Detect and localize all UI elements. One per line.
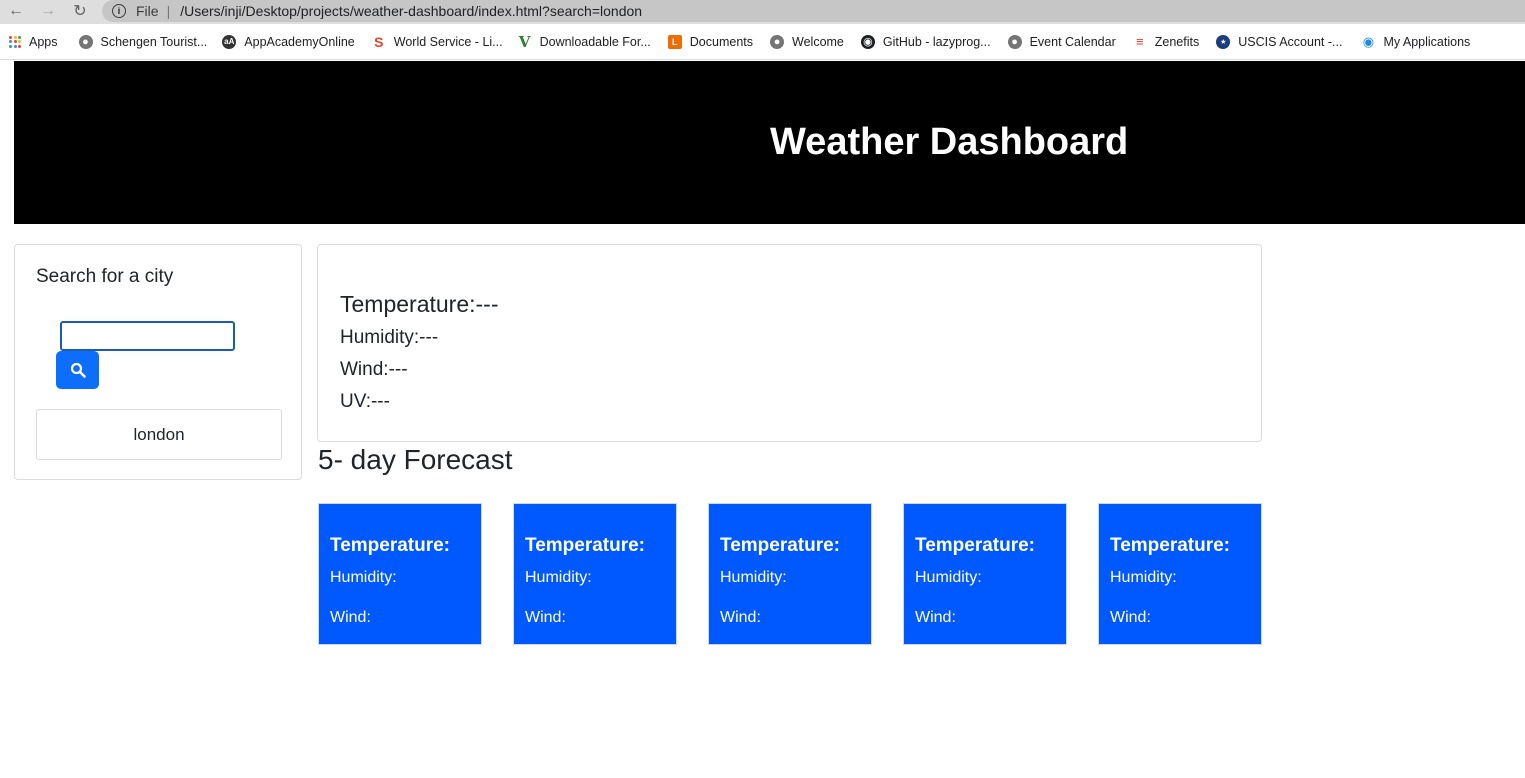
forecast-temperature: Temperature: [915,535,1036,556]
forecast-temperature: Temperature: [525,535,646,556]
search-panel: Search for a city london [14,244,302,480]
forecast-humidity: Humidity: [525,569,592,586]
forecast-heading: 5- day Forecast [318,444,513,475]
page-header: Weather Dashboard [14,61,1525,224]
forecast-card: Temperature: Humidity: Wind: [318,503,482,645]
v-logo-icon: V [518,32,531,51]
forward-arrow-icon[interactable]: → [36,0,60,22]
url-separator: | [166,3,171,19]
bookmark-my-applications[interactable]: ◉ My Applications [1361,33,1471,49]
globe-icon: ● [78,34,93,49]
current-wind: Wind:--- [340,359,408,380]
search-heading: Search for a city [36,266,174,287]
bookmark-label: World Service - Li... [393,34,503,49]
url-scheme: File [136,3,159,19]
current-temperature: Temperature:--- [340,291,499,317]
bookmark-label: Apps [29,34,58,49]
bookmark-label: GitHub - lazyprog... [882,34,991,49]
browser-toolbar: ← → ↻ i File | /Users/inji/Desktop/proje… [0,0,1525,24]
bookmark-uscis[interactable]: ★ USCIS Account -... [1216,34,1343,49]
bookmark-label: Schengen Tourist... [100,34,208,49]
back-arrow-icon[interactable]: ← [4,0,28,22]
page-title: Weather Dashboard [770,121,1129,163]
forecast-card: Temperature: Humidity: Wind: [1098,503,1262,645]
bookmark-apps[interactable]: Apps [9,35,58,49]
forecast-wind: Wind: [915,609,956,626]
bookmark-label: Downloadable For... [539,34,651,49]
bookmark-label: My Applications [1383,34,1471,49]
current-uv: UV:--- [340,391,390,412]
bookmark-documents[interactable]: L Documents [667,34,754,49]
city-search-input[interactable] [60,321,235,351]
s-logo-icon: S [374,33,384,50]
current-humidity: Humidity:--- [340,327,439,348]
globe-icon: ● [770,34,785,49]
forecast-card: Temperature: Humidity: Wind: [513,503,677,645]
bookmark-welcome[interactable]: ● Welcome [770,34,844,49]
bookmark-label: AppAcademyOnline [244,34,355,49]
bookmark-label: Documents [689,34,754,49]
forecast-temperature: Temperature: [1110,535,1231,556]
forecast-wind: Wind: [1110,609,1151,626]
uscis-seal-icon: ★ [1216,34,1231,49]
search-icon [70,362,86,378]
bookmarks-bar: Apps ● Schengen Tourist... aA AppAcademy… [0,24,1525,60]
documents-icon: L [667,34,682,49]
appacademy-icon: aA [222,34,237,49]
forecast-temperature: Temperature: [720,535,841,556]
globe-icon: ● [1007,34,1022,49]
bookmark-label: Welcome [792,34,844,49]
forecast-wind: Wind: [330,609,371,626]
forecast-humidity: Humidity: [1110,569,1177,586]
zenefits-icon: ≡ [1135,34,1144,49]
forecast-wind: Wind: [720,609,761,626]
github-icon: ◉ [860,34,875,49]
bookmark-schengen[interactable]: ● Schengen Tourist... [78,34,208,49]
bookmark-event-calendar[interactable]: ● Event Calendar [1007,34,1116,49]
url-text[interactable]: /Users/inji/Desktop/projects/weather-das… [180,3,642,19]
forecast-humidity: Humidity: [720,569,787,586]
bookmark-appacademy[interactable]: aA AppAcademyOnline [222,34,355,49]
bookmark-github[interactable]: ◉ GitHub - lazyprog... [860,34,991,49]
info-icon[interactable]: i [112,4,126,18]
search-history-item[interactable]: london [36,409,282,460]
bookmark-label: Zenefits [1154,34,1200,49]
forecast-card: Temperature: Humidity: Wind: [708,503,872,645]
current-weather-panel: Temperature:--- Humidity:--- Wind:--- UV… [317,244,1262,442]
forecast-humidity: Humidity: [915,569,982,586]
forecast-card: Temperature: Humidity: Wind: [903,503,1067,645]
forecast-wind: Wind: [525,609,566,626]
apps-grid-icon [9,35,21,48]
bookmark-zenefits[interactable]: ≡ Zenefits [1133,34,1200,49]
forecast-humidity: Humidity: [330,569,397,586]
address-bar[interactable]: i File | /Users/inji/Desktop/projects/we… [102,0,1525,22]
reload-icon[interactable]: ↻ [68,0,92,22]
bookmark-label: USCIS Account -... [1238,34,1343,49]
search-button[interactable] [56,351,99,389]
bookmark-label: Event Calendar [1029,34,1116,49]
lightbulb-icon: ◉ [1362,33,1375,49]
bookmark-world-service[interactable]: S World Service - Li... [372,33,503,50]
forecast-temperature: Temperature: [330,535,451,556]
bookmark-downloadable[interactable]: V Downloadable For... [518,32,651,51]
